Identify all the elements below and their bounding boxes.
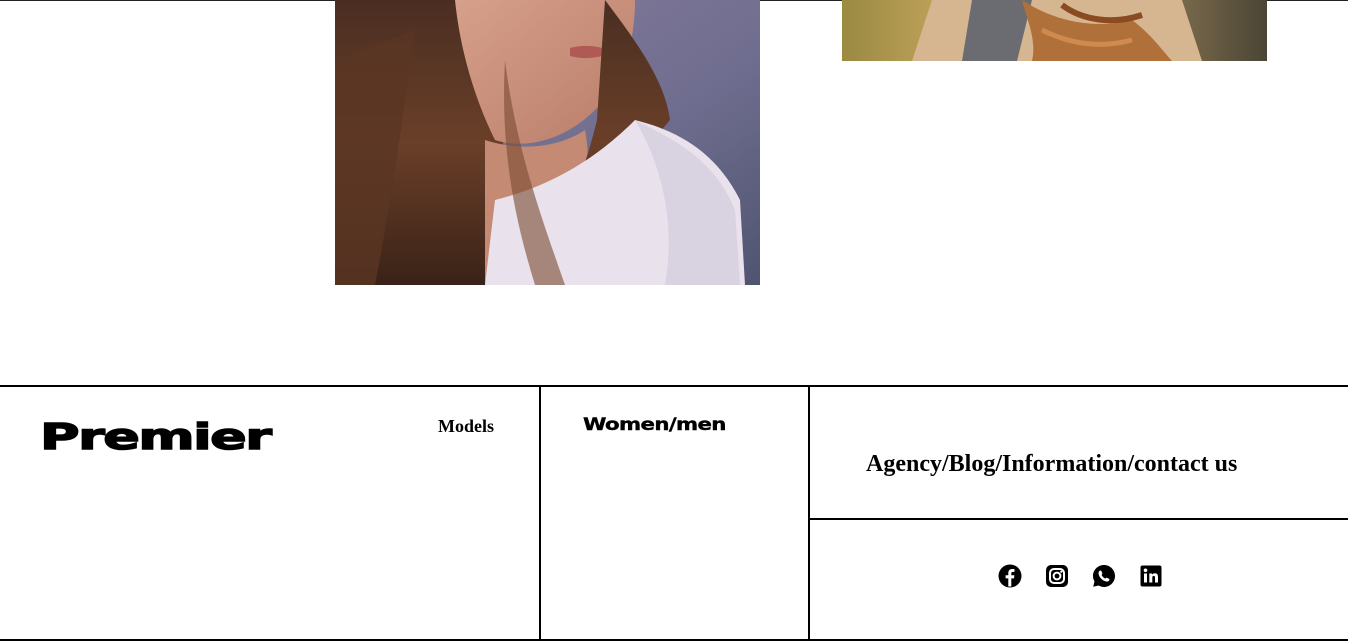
social-links [998, 564, 1163, 588]
women-men-link[interactable]: Women/men [583, 415, 727, 435]
footer-brand-column: Premier Models [0, 387, 539, 639]
instagram-icon[interactable] [1045, 564, 1069, 588]
models-link[interactable]: Models [438, 416, 494, 437]
site-footer: Premier Models Women/men Agency/Blog/Inf… [0, 385, 1348, 641]
model-photo-1[interactable] [335, 0, 760, 285]
footer-nav-row: Agency/Blog/Information/contact us [810, 387, 1348, 520]
model-photo-2[interactable] [842, 0, 1267, 61]
footer-nav-links[interactable]: Agency/Blog/Information/contact us [866, 451, 1237, 478]
footer-nav-column: Agency/Blog/Information/contact us [808, 387, 1348, 639]
brand-logo[interactable]: Premier [39, 416, 273, 458]
facebook-icon[interactable] [998, 564, 1022, 588]
linkedin-icon[interactable] [1139, 564, 1163, 588]
page: Premier Models Women/men Agency/Blog/Inf… [0, 0, 1348, 641]
model-photo-2-image [842, 0, 1267, 61]
model-photo-1-image [335, 0, 760, 285]
footer-category-column: Women/men [539, 387, 808, 639]
whatsapp-icon[interactable] [1092, 564, 1116, 588]
